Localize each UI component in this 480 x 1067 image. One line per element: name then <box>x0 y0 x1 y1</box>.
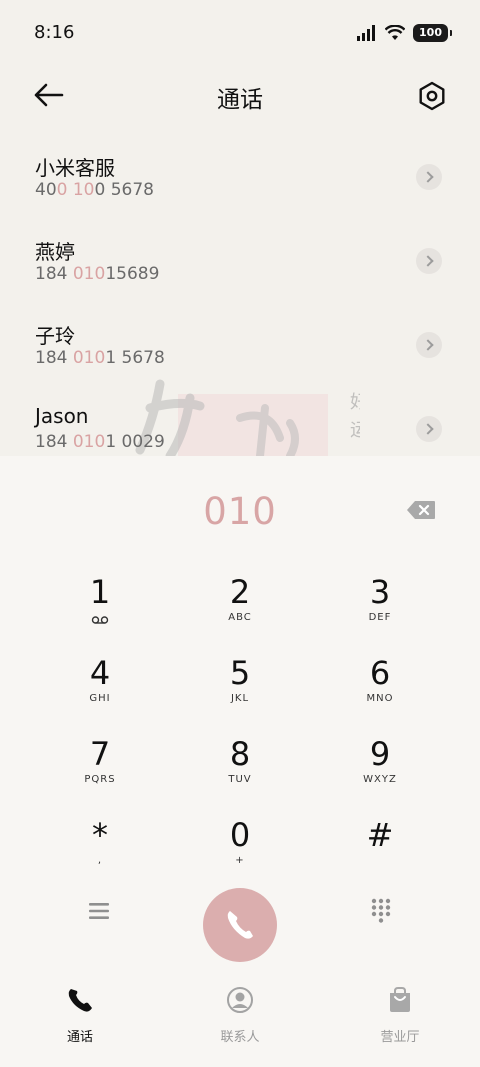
battery-icon: 100 <box>413 24 452 42</box>
contact-number: 184 01015689 <box>35 264 160 284</box>
page-title: 通话 <box>217 87 263 113</box>
list-item[interactable]: Jason 184 0101 0029 <box>0 392 480 456</box>
tab-calls[interactable]: 通话 <box>0 968 160 1067</box>
contact-number: 184 0101 0029 <box>35 432 165 452</box>
key-3[interactable]: 3 DEF <box>310 574 450 655</box>
backspace-icon[interactable] <box>406 500 436 520</box>
status-time: 8:16 <box>34 22 75 43</box>
store-icon <box>390 987 410 1012</box>
contacts-icon <box>227 987 253 1013</box>
contact-name: 燕婷 <box>35 240 75 264</box>
recent-contacts-list: 小米客服 400 100 5678 燕婷 184 01015689 子玲 184… <box>0 140 480 456</box>
phone-icon <box>227 911 253 939</box>
dial-keypad: 1 2 ABC 3 DEF 4 GHI 5 JKL 6 MNO 7 PQRS 8 TUV 9W… <box>30 574 450 898</box>
wifi-icon <box>385 25 406 40</box>
list-item[interactable]: 子玲 184 0101 5678 <box>0 308 480 392</box>
key-1[interactable]: 1 <box>30 574 170 655</box>
key-7[interactable]: 7 PQRS <box>30 736 170 817</box>
key-6[interactable]: 6 MNO <box>310 655 450 736</box>
key-8[interactable]: 8 TUV <box>170 736 310 817</box>
key-9[interactable]: 9 WXYZ <box>310 736 450 817</box>
tab-label: 联系人 <box>220 1030 260 1045</box>
contact-name: 小米客服 <box>35 156 115 180</box>
keypad-icon[interactable] <box>370 898 392 924</box>
contact-number: 400 100 5678 <box>35 180 154 200</box>
list-item[interactable]: 小米客服 400 100 5678 <box>0 140 480 224</box>
top-bar: 通话 <box>0 70 480 120</box>
chevron-right-icon[interactable] <box>416 416 442 442</box>
list-item[interactable]: 燕婷 184 01015689 <box>0 224 480 308</box>
key-hash[interactable]: # <box>310 817 450 898</box>
phone-icon <box>68 989 92 1012</box>
tab-store[interactable]: 营业厅 <box>320 968 480 1067</box>
key-5[interactable]: 5 JKL <box>170 655 310 736</box>
bottom-navigation: 通话 联系人 营业厅 <box>0 968 480 1067</box>
tab-label: 营业厅 <box>380 1030 420 1045</box>
chevron-right-icon[interactable] <box>416 332 442 358</box>
chevron-right-icon[interactable] <box>416 248 442 274</box>
tab-label: 通话 <box>66 1030 93 1045</box>
call-button[interactable] <box>203 888 277 962</box>
key-4[interactable]: 4 GHI <box>30 655 170 736</box>
dialer-panel: 010 1 2 ABC 3 DEF 4 GHI 5 JKL 6 MNO 7 PQRS 8 TU <box>0 456 480 1067</box>
dialer-controls <box>0 888 480 968</box>
chevron-right-icon[interactable] <box>416 164 442 190</box>
key-2[interactable]: 2 ABC <box>170 574 310 655</box>
status-icons: 100 <box>357 24 452 42</box>
contact-name: Jason <box>35 404 89 428</box>
tab-contacts[interactable]: 联系人 <box>160 968 320 1067</box>
settings-icon[interactable] <box>412 76 452 116</box>
contact-name: 子玲 <box>35 324 75 348</box>
menu-icon[interactable] <box>88 902 110 920</box>
contact-number: 184 0101 5678 <box>35 348 165 368</box>
voicemail-icon <box>91 616 109 624</box>
status-bar: 8:16 100 <box>0 0 480 64</box>
key-0[interactable]: 0 + <box>170 817 310 898</box>
key-star[interactable]: *, <box>30 817 170 898</box>
signal-icon <box>357 25 376 41</box>
